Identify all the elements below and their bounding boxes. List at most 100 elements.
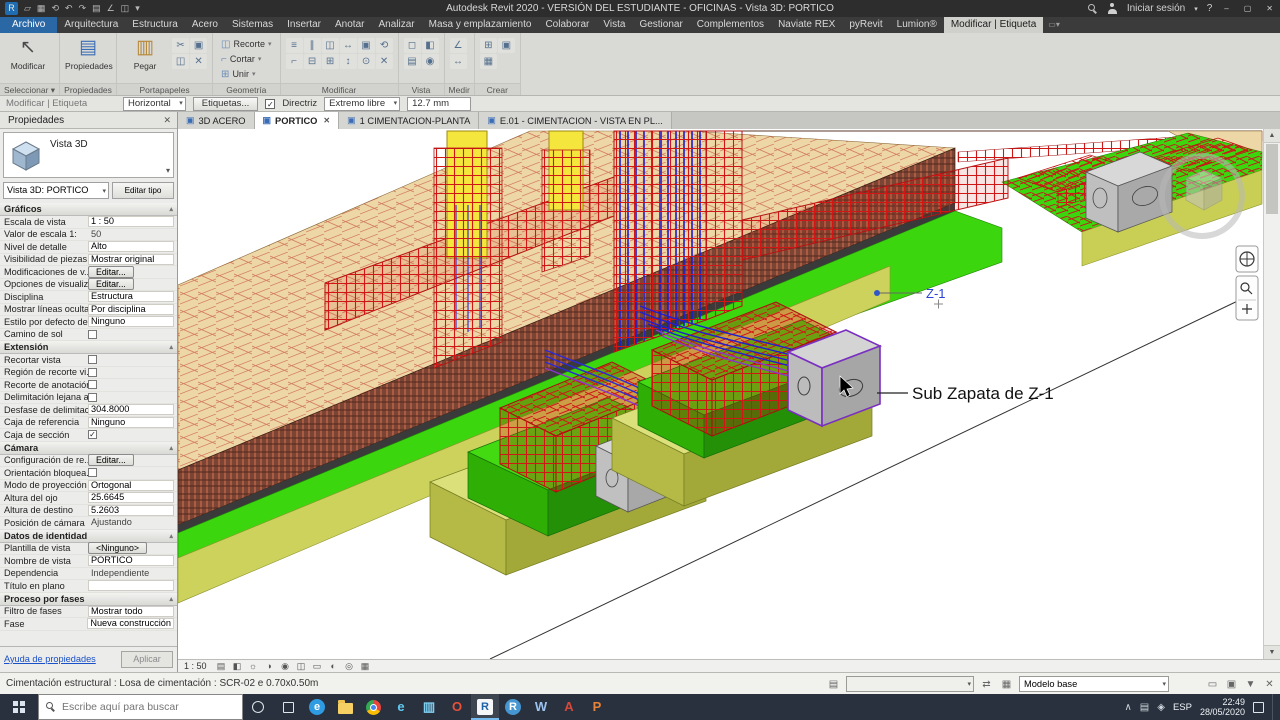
ribbon-tab[interactable]: Gestionar	[632, 17, 689, 33]
type-dropdown-icon[interactable]: ▾	[166, 166, 170, 175]
prop-value[interactable]: 1 : 50	[88, 216, 174, 228]
vertical-scrollbar[interactable]: ▲ ▼	[1263, 129, 1280, 659]
modify-button[interactable]: ↖ Modificar	[5, 35, 51, 71]
close-view-tab-icon[interactable]: ✕	[323, 116, 330, 125]
notification-center-icon[interactable]	[1253, 701, 1264, 713]
ribbon-tab[interactable]: Anotar	[328, 17, 371, 33]
help-icon[interactable]: ?	[1207, 3, 1213, 14]
viewport-canvas[interactable]: Z-1 Sub Zapata de Z-1	[178, 129, 1263, 659]
column-left[interactable]	[433, 130, 503, 369]
array-icon[interactable]: ⊞	[321, 54, 339, 69]
scale-icon[interactable]: ↕	[339, 54, 357, 69]
annotation-text[interactable]: Sub Zapata de Z-1	[912, 384, 1054, 403]
ribbon-display-toggle-icon[interactable]: ▭▾	[1043, 17, 1065, 33]
crop-button[interactable]: ◫ Recorte ▾	[218, 37, 274, 51]
camera-icon[interactable]: ◉	[421, 54, 439, 69]
exclude-options-icon[interactable]: ▭	[1205, 679, 1220, 690]
tags-button[interactable]: Etiquetas...	[192, 96, 259, 111]
join-button[interactable]: ⊞ Unir ▾	[218, 67, 274, 81]
apply-button[interactable]: Aplicar	[121, 651, 173, 668]
ribbon-tab[interactable]: Insertar	[280, 17, 328, 33]
view-tab[interactable]: ▣ E.01 - CIMENTACION - VISTA EN PL...	[479, 112, 672, 129]
move-icon[interactable]: ↔	[339, 38, 357, 53]
file-tab[interactable]: Archivo	[0, 17, 58, 33]
copy-icon[interactable]: ▣	[190, 38, 208, 53]
prop-section-header[interactable]: Cámara ▴	[0, 441, 177, 455]
section-view-icon[interactable]: ▤	[403, 54, 421, 69]
prop-value[interactable]: 25.6645	[88, 492, 174, 504]
properties-help-link[interactable]: Ayuda de propiedades	[4, 654, 96, 664]
ribbon-tab[interactable]: Vista	[596, 17, 632, 33]
visual-style-icon[interactable]: ◧	[231, 661, 244, 672]
filter-icon[interactable]: ▼	[1243, 679, 1258, 690]
tag-z1-text[interactable]: Z-1	[926, 286, 946, 301]
detail-level-icon[interactable]: ▤	[215, 661, 228, 672]
rendering-icon[interactable]: ◉	[279, 661, 292, 672]
internet-explorer-taskbar-icon[interactable]: e	[387, 694, 415, 720]
ribbon-context-tab[interactable]: Modificar | Etiqueta	[943, 17, 1044, 33]
prop-section-header[interactable]: Gráficos ▴	[0, 203, 177, 216]
prop-checkbox[interactable]	[88, 367, 97, 377]
close-icon[interactable]: ✕	[1263, 4, 1276, 13]
scroll-thumb[interactable]	[1266, 144, 1278, 214]
minimize-icon[interactable]: –	[1221, 4, 1231, 13]
copy-tool-icon[interactable]: ▣	[357, 38, 375, 53]
temporary-hide-icon[interactable]: ◐	[327, 661, 340, 672]
ribbon-tab[interactable]: Lumion®	[890, 17, 944, 33]
cut-geometry-button[interactable]: ⌐ Cortar ▾	[218, 52, 274, 66]
align-icon[interactable]: ≡	[285, 38, 303, 53]
analytical-model-icon[interactable]: ▦	[359, 661, 372, 672]
ribbon-tab[interactable]: Naviate REX	[771, 17, 842, 33]
type-selector-preview[interactable]: Vista 3D ▾	[3, 132, 174, 178]
load-family-icon[interactable]: ▦	[479, 54, 497, 69]
workset-select[interactable]	[846, 676, 974, 692]
ribbon-tab[interactable]: Estructura	[125, 17, 185, 33]
leader-attach-select[interactable]: Extremo libre	[324, 96, 401, 111]
opera-taskbar-icon[interactable]: O	[443, 694, 471, 720]
rstudio-taskbar-icon[interactable]: R	[499, 694, 527, 720]
scroll-down-icon[interactable]: ▼	[1264, 645, 1280, 659]
dimension-icon[interactable]: ↔	[449, 54, 467, 69]
drawing-area[interactable]: Z-1 Sub Zapata de Z-1	[178, 129, 1263, 659]
prop-value[interactable]: Mostrar todo	[88, 605, 174, 617]
view-tab[interactable]: ▣ PORTICO ✕	[254, 112, 340, 129]
prop-value[interactable]	[88, 580, 174, 592]
prop-edit-button[interactable]: Editar...	[88, 265, 134, 278]
properties-close-icon[interactable]: ✕	[157, 115, 177, 126]
show-crop-icon[interactable]: ▭	[311, 661, 324, 672]
prop-edit-button[interactable]: Editar...	[88, 278, 134, 291]
prop-value[interactable]: Ortogonal	[88, 479, 174, 491]
ribbon-tab[interactable]: Analizar	[371, 17, 421, 33]
design-options-icon[interactable]: ▦	[999, 679, 1014, 690]
edit-type-button[interactable]: Editar tipo	[112, 182, 174, 199]
ribbon-tab[interactable]: Arquitectura	[57, 17, 125, 33]
view-selector[interactable]: Vista 3D: PORTICO	[3, 182, 109, 199]
mirror-icon[interactable]: ◫	[321, 38, 339, 53]
clock[interactable]: 22:49 28/05/2020	[1200, 697, 1245, 717]
worksets-icon[interactable]: ▤	[826, 679, 841, 690]
delete-tool-icon[interactable]: ✕	[375, 54, 393, 69]
column-mid[interactable]	[541, 130, 591, 273]
powerpoint-taskbar-icon[interactable]: P	[583, 694, 611, 720]
prop-value[interactable]: 304.8000	[88, 404, 174, 416]
prop-value[interactable]: Nueva construcción	[87, 618, 174, 630]
language-indicator[interactable]: ESP	[1173, 702, 1192, 713]
delete-icon[interactable]: ✕	[190, 54, 208, 69]
prop-value[interactable]: Ninguno	[88, 316, 174, 328]
view-scale-button[interactable]: 1 : 50	[184, 661, 211, 671]
wireframe-icon[interactable]: ◻	[403, 38, 421, 53]
sign-in-caret-icon[interactable]: ▾	[1194, 5, 1198, 13]
leader-offset-input[interactable]: 12.7 mm	[407, 96, 472, 111]
search-icon[interactable]	[1087, 3, 1098, 14]
prop-value[interactable]: 5.2603	[88, 504, 174, 516]
prop-checkbox[interactable]	[88, 329, 97, 339]
split-icon[interactable]: ⊟	[303, 54, 321, 69]
store-taskbar-icon[interactable]: ▥	[415, 694, 443, 720]
create-similar-icon[interactable]: ▣	[497, 38, 515, 53]
prop-checkbox[interactable]	[88, 468, 97, 478]
show-desktop-button[interactable]	[1272, 694, 1277, 720]
prop-edit-button[interactable]: Editar...	[88, 454, 134, 467]
taskbar-search-input[interactable]	[62, 701, 222, 713]
offset-icon[interactable]: ∥	[303, 38, 321, 53]
prop-checkbox[interactable]	[88, 392, 97, 402]
